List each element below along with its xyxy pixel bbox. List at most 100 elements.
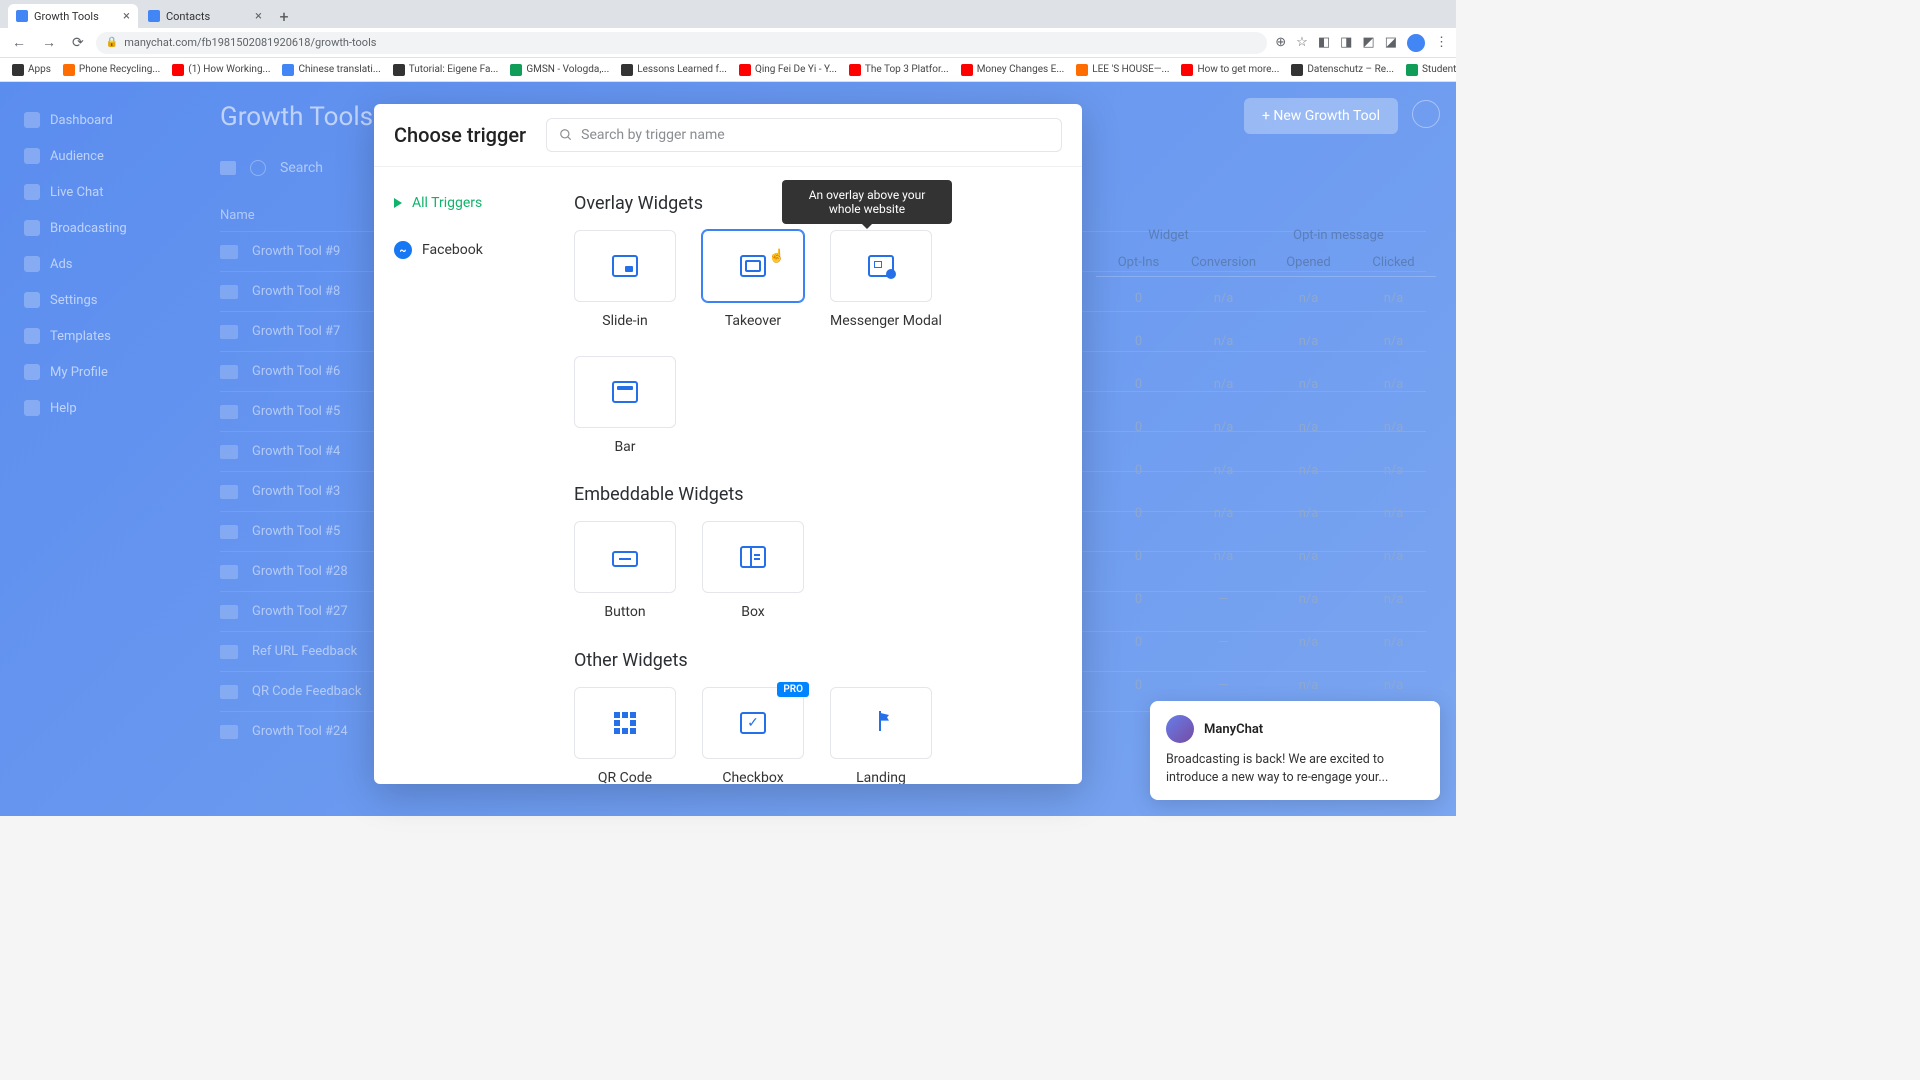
extension-icon[interactable]: ◪: [1385, 35, 1397, 50]
browser-chrome: Growth Tools × Contacts × + ← → ⟳ 🔒 many…: [0, 0, 1456, 82]
bookmark-item[interactable]: Student Wants an...: [1402, 62, 1456, 78]
filter-icon[interactable]: [220, 161, 236, 175]
row-name: Growth Tool #28: [252, 564, 348, 579]
row-type-icon: [220, 325, 238, 339]
row-name: Growth Tool #6: [252, 364, 340, 379]
cell-optins: 0: [1096, 463, 1181, 478]
sidebar-item-label: Live Chat: [50, 185, 103, 200]
star-icon[interactable]: ☆: [1296, 35, 1308, 50]
bookmark-item[interactable]: How to get more...: [1177, 62, 1283, 78]
bookmark-favicon-icon: [1181, 64, 1193, 76]
bookmark-item[interactable]: Lessons Learned f...: [617, 62, 731, 78]
notification-toast[interactable]: ManyChat Broadcasting is back! We are ex…: [1150, 701, 1440, 800]
trigger-card-button[interactable]: [574, 521, 676, 593]
bookmark-item[interactable]: Money Changes E...: [957, 62, 1069, 78]
trigger-card-button[interactable]: [830, 687, 932, 759]
sidebar-item[interactable]: Audience: [10, 138, 180, 174]
trigger-card-landing: Landing: [830, 687, 932, 784]
cell-optins: 0: [1096, 635, 1181, 650]
cell-conversion: n/a: [1181, 463, 1266, 478]
sidebar-item[interactable]: Templates: [10, 318, 180, 354]
nav-facebook[interactable]: ~ Facebook: [388, 233, 538, 267]
table-row: 0—n/an/a: [1096, 578, 1436, 621]
sidebar-item[interactable]: Broadcasting: [10, 210, 180, 246]
cell-conversion: n/a: [1181, 334, 1266, 349]
sidebar-item[interactable]: Live Chat: [10, 174, 180, 210]
trigger-card-button[interactable]: [830, 230, 932, 302]
trigger-card-button[interactable]: [574, 687, 676, 759]
nav-bar: ← → ⟳ 🔒 manychat.com/fb198150208192061​8…: [0, 28, 1456, 58]
row-type-icon: [220, 285, 238, 299]
row-type-icon: [220, 685, 238, 699]
extension-icon[interactable]: ◧: [1318, 35, 1330, 50]
bookmark-item[interactable]: Datenschutz – Re...: [1287, 62, 1398, 78]
choose-trigger-modal: Choose trigger Search by trigger name Al…: [374, 104, 1082, 784]
new-growth-tool-button[interactable]: + New Growth Tool: [1244, 98, 1398, 134]
trigger-card-button[interactable]: [702, 521, 804, 593]
forward-button[interactable]: →: [38, 34, 60, 51]
favicon-icon: [148, 10, 160, 22]
profile-avatar[interactable]: [1407, 34, 1425, 52]
reload-button[interactable]: ⟳: [68, 35, 88, 51]
sidebar-item-label: Broadcasting: [50, 221, 127, 236]
sidebar-item[interactable]: My Profile: [10, 354, 180, 390]
sidebar-item[interactable]: Settings: [10, 282, 180, 318]
extension-icon[interactable]: ◨: [1340, 35, 1352, 50]
close-icon[interactable]: ×: [123, 9, 130, 24]
sidebar-item-label: Help: [50, 401, 77, 416]
sidebar-item[interactable]: Dashboard: [10, 102, 180, 138]
notification-header: ManyChat: [1166, 715, 1424, 743]
nav-all-triggers[interactable]: All Triggers: [388, 187, 538, 219]
bookmark-item[interactable]: Phone Recycling...: [59, 62, 164, 78]
search-icon[interactable]: [250, 160, 266, 176]
cell-optins: 0: [1096, 291, 1181, 306]
tab-growth-tools[interactable]: Growth Tools ×: [8, 4, 138, 28]
bookmark-item[interactable]: Qing Fei De Yi - Y...: [735, 62, 841, 78]
sidebar-item[interactable]: Ads: [10, 246, 180, 282]
qr-icon: [614, 712, 636, 734]
extension-icon[interactable]: ◩: [1362, 35, 1374, 50]
trigger-card-checkbox: ✓PRO Checkbox: [702, 687, 804, 784]
close-icon[interactable]: ×: [255, 9, 262, 24]
settings-gear-icon[interactable]: [1412, 100, 1440, 128]
trigger-card-button[interactable]: ☝: [702, 230, 804, 302]
bookmark-item[interactable]: LEE 'S HOUSE—...: [1072, 62, 1173, 78]
bookmark-item[interactable]: Chinese translati...: [278, 62, 384, 78]
bookmark-label: Tutorial: Eigene Fa...: [409, 64, 499, 75]
row-type-icon: [220, 525, 238, 539]
bookmark-item[interactable]: (1) How Working...: [168, 62, 274, 78]
bookmark-item[interactable]: The Top 3 Platfor...: [845, 62, 953, 78]
search-label[interactable]: Search: [280, 160, 323, 176]
bookmark-item[interactable]: Apps: [8, 62, 55, 78]
trigger-search-input[interactable]: Search by trigger name: [546, 118, 1062, 152]
trigger-card-button[interactable]: [574, 356, 676, 428]
card-label: Takeover: [702, 312, 804, 330]
card-label: QR Code: [574, 769, 676, 784]
menu-icon[interactable]: ⋮: [1435, 35, 1448, 50]
modal-title: Choose trigger: [394, 123, 526, 147]
card-label: Checkbox: [702, 769, 804, 784]
cell-optins: 0: [1096, 377, 1181, 392]
th-clicked: Clicked: [1351, 255, 1436, 270]
bookmark-favicon-icon: [1291, 64, 1303, 76]
zoom-icon[interactable]: ⊕: [1275, 35, 1286, 50]
th-optin-message: Opt-in message: [1293, 228, 1384, 243]
url-bar[interactable]: 🔒 manychat.com/fb198150208192061​8/growt…: [96, 32, 1268, 54]
cell-opened: n/a: [1266, 334, 1351, 349]
cell-clicked: n/a: [1351, 334, 1436, 349]
bookmark-favicon-icon: [1076, 64, 1088, 76]
table-header-row: Opt-Ins Conversion Opened Clicked: [1096, 249, 1436, 277]
trigger-card-button[interactable]: ✓PRO: [702, 687, 804, 759]
new-tab-button[interactable]: +: [272, 4, 296, 28]
trigger-card-button[interactable]: [574, 230, 676, 302]
trigger-card-box: Box: [702, 521, 804, 621]
bookmark-item[interactable]: GMSN - Vologda,...: [506, 62, 613, 78]
bookmark-label: How to get more...: [1197, 64, 1279, 75]
sidebar-item[interactable]: Help: [10, 390, 180, 426]
sidebar-item-icon: [24, 364, 40, 380]
bookmark-item[interactable]: Tutorial: Eigene Fa...: [389, 62, 503, 78]
tab-contacts[interactable]: Contacts ×: [140, 4, 270, 28]
lock-icon: 🔒: [106, 37, 118, 48]
sidebar-item-icon: [24, 292, 40, 308]
back-button[interactable]: ←: [8, 34, 30, 51]
